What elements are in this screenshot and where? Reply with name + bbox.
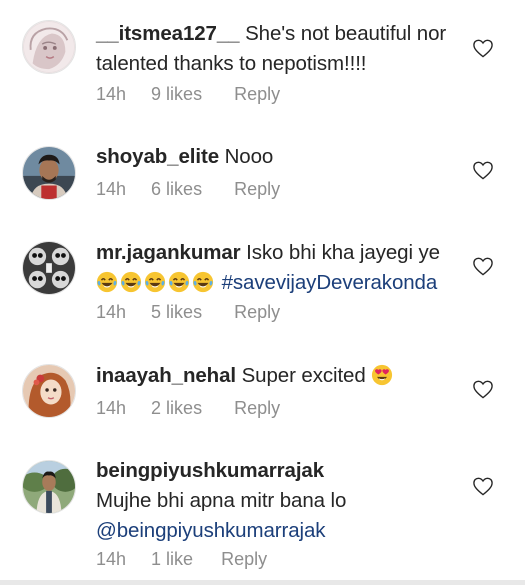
- hashtag-link[interactable]: #savevijayDeverakonda: [222, 271, 438, 294]
- comment-meta: 14h 9 likes Reply: [96, 84, 280, 105]
- comment-time: 14h: [96, 179, 127, 199]
- comment-meta: 14h 5 likes Reply: [96, 302, 280, 323]
- laughing-tears-emoji: [120, 271, 142, 293]
- comment-body: beingpiyushkumarrajak Mujhe bhi apna mit…: [96, 456, 461, 546]
- comment-likes[interactable]: 2 likes: [151, 398, 202, 419]
- comment-time: 14h: [96, 549, 127, 569]
- comment-username[interactable]: mr.jagankumar: [96, 241, 241, 264]
- comment-time: 14h: [96, 84, 127, 104]
- reply-button[interactable]: Reply: [221, 549, 267, 570]
- comment-username[interactable]: __itsmea127__: [96, 22, 240, 45]
- comment-body: mr.jagankumar Isko bhi kha jayegi ye #sa…: [96, 238, 461, 298]
- laughing-tears-emoji: [192, 271, 214, 293]
- avatar[interactable]: [22, 460, 76, 514]
- comment-username[interactable]: beingpiyushkumarrajak: [96, 459, 324, 482]
- laughing-tears-emoji: [144, 271, 166, 293]
- comment-text: Nooo: [219, 145, 274, 168]
- heart-outline-icon[interactable]: [472, 476, 494, 496]
- laughing-tears-emoji: [96, 271, 118, 293]
- comment-likes[interactable]: 6 likes: [151, 179, 202, 200]
- comment-meta: 14h 2 likes Reply: [96, 398, 280, 419]
- heart-eyes-emoji: [371, 364, 393, 386]
- heart-outline-icon[interactable]: [472, 38, 494, 58]
- comment-username[interactable]: inaayah_nehal: [96, 364, 236, 387]
- avatar[interactable]: [22, 364, 76, 418]
- comment-body: shoyab_elite Nooo: [96, 142, 461, 172]
- reply-button[interactable]: Reply: [234, 84, 280, 105]
- comment-meta: 14h 1 like Reply: [96, 549, 267, 570]
- heart-outline-icon[interactable]: [472, 379, 494, 399]
- heart-outline-icon[interactable]: [472, 160, 494, 180]
- comment-time: 14h: [96, 302, 127, 322]
- reply-button[interactable]: Reply: [234, 398, 280, 419]
- comment-likes[interactable]: 5 likes: [151, 302, 202, 323]
- comment-text: Super excited: [236, 364, 372, 387]
- comment-username[interactable]: shoyab_elite: [96, 145, 219, 168]
- reply-button[interactable]: Reply: [234, 179, 280, 200]
- avatar[interactable]: [22, 241, 76, 295]
- heart-outline-icon[interactable]: [472, 256, 494, 276]
- comment-meta: 14h 6 likes Reply: [96, 179, 280, 200]
- comment-body: inaayah_nehal Super excited: [96, 361, 461, 391]
- laughing-tears-emoji: [168, 271, 190, 293]
- comment-body: __itsmea127__ She's not beautiful nor ta…: [96, 19, 461, 79]
- reply-button[interactable]: Reply: [234, 302, 280, 323]
- comment-text: Mujhe bhi apna mitr bana lo: [96, 489, 347, 512]
- bottom-divider: [0, 580, 525, 585]
- comment-time: 14h: [96, 398, 127, 418]
- avatar[interactable]: [22, 146, 76, 200]
- mention-link[interactable]: @beingpiyushkumarrajak: [96, 519, 326, 542]
- comment-likes[interactable]: 9 likes: [151, 84, 202, 105]
- comment-likes[interactable]: 1 like: [151, 549, 193, 570]
- comment-text: Isko bhi kha jayegi ye: [240, 241, 440, 264]
- avatar[interactable]: [22, 20, 76, 74]
